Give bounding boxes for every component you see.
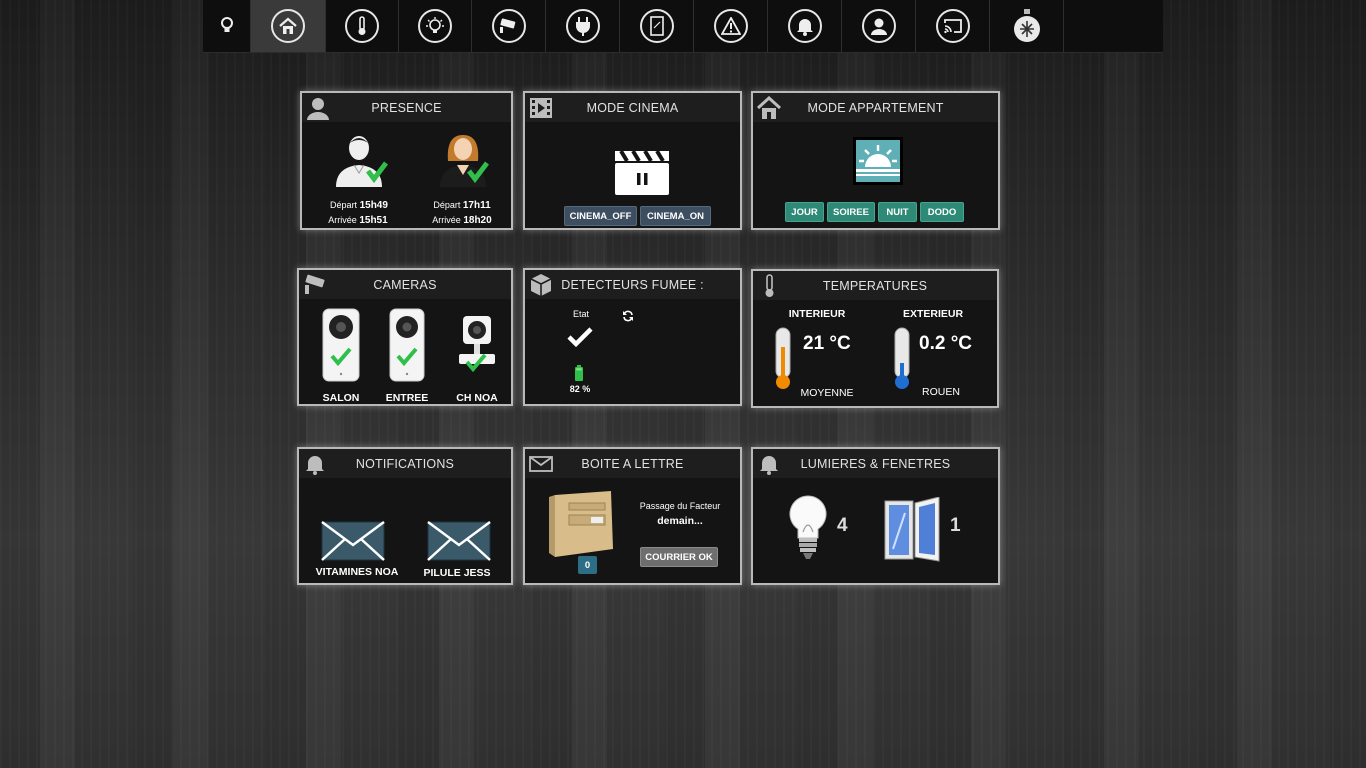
lights-count: 4: [837, 515, 848, 536]
presence-panel: PRESENCE Départ 15h49 Arrivée 15h51 Dépa…: [300, 91, 513, 230]
cast-icon: [944, 19, 962, 34]
bell-icon: [760, 456, 778, 475]
panel-title: NOTIFICATIONS: [355, 456, 455, 471]
nav-alerts[interactable]: [695, 0, 768, 52]
passage-label: Passage du Facteur: [639, 501, 721, 511]
mail-icon: [529, 456, 553, 472]
envelope-icon[interactable]: [321, 521, 385, 561]
panel-title: MODE CINEMA: [586, 100, 679, 115]
check-icon: [567, 327, 593, 348]
mode-dodo-button[interactable]: DODO: [920, 202, 964, 222]
refresh-icon[interactable]: [622, 310, 634, 322]
camera-label: ENTREE: [385, 392, 429, 404]
notification-label: PILULE JESS: [423, 567, 491, 579]
cinema-on-button[interactable]: CINEMA_ON: [640, 206, 711, 226]
mode-soiree-button[interactable]: SOIREE: [827, 202, 875, 222]
panel-title: PRESENCE: [371, 100, 442, 115]
exterieur-label: EXTERIEUR: [902, 308, 964, 320]
panel-title: MODE APPARTEMENT: [807, 100, 944, 115]
mode-jour-button[interactable]: JOUR: [785, 202, 824, 222]
notifications-panel: NOTIFICATIONS VITAMINES NOA PILULE JESS: [297, 447, 513, 585]
temperatures-panel: TEMPERATURES INTERIEUR 21 °C MOYENNE EXT…: [751, 269, 999, 408]
nav-temperature[interactable]: [326, 0, 399, 52]
camera-label: SALON: [322, 392, 360, 404]
camera-label: CH NOA: [456, 392, 498, 404]
nav-notifications[interactable]: [769, 0, 842, 52]
nav-cast[interactable]: [917, 0, 990, 52]
courrier-ok-button[interactable]: COURRIER OK: [640, 547, 718, 567]
panel-title: LUMIERES & FENETRES: [800, 456, 951, 471]
woman-avatar: [440, 135, 489, 187]
thermometer-warm-icon: [775, 327, 791, 389]
nav-users[interactable]: [843, 0, 916, 52]
presence-depart: Départ 17h11: [433, 200, 491, 211]
thermometer-icon: [358, 16, 366, 35]
warning-icon: [721, 17, 741, 35]
top-navigation-bar: [203, 0, 1163, 53]
camera-device-icon[interactable]: [457, 314, 497, 376]
mailbox-icon: [549, 491, 613, 557]
panel-title: TEMPERATURES: [822, 278, 928, 293]
home-icon: [279, 17, 297, 34]
notification-label: VITAMINES NOA: [315, 566, 399, 578]
bell-icon: [797, 19, 813, 36]
mail-count-badge: 0: [578, 556, 597, 574]
user-icon: [871, 18, 887, 35]
cameras-panel: CAMERAS SALON ENTREE CH NOA: [297, 268, 513, 406]
presence-depart: Départ 15h49: [330, 200, 388, 211]
sunrise-icon: [853, 137, 903, 185]
presence-arrivee: Arrivée 18h20: [432, 215, 492, 226]
camera-icon: [500, 18, 516, 33]
window-open-icon: [884, 497, 940, 562]
plug-icon: [576, 17, 590, 36]
mode-nuit-button[interactable]: NUIT: [878, 202, 917, 222]
battery-level: 82 %: [569, 384, 591, 394]
cinema-panel: MODE CINEMA CINEMA_OFF CINEMA_ON: [523, 91, 742, 230]
nav-power[interactable]: [547, 0, 620, 52]
windows-count: 1: [950, 515, 961, 536]
nav-lights[interactable]: [399, 0, 472, 52]
interieur-name: MOYENNE: [800, 387, 854, 399]
interieur-label: INTERIEUR: [788, 308, 846, 320]
thermometer-cold-icon: [894, 327, 910, 389]
window-icon: [650, 16, 664, 36]
cinema-off-button[interactable]: CINEMA_OFF: [564, 206, 637, 226]
cube-icon: [530, 274, 552, 296]
thermometer-icon: [765, 274, 774, 297]
exterieur-name: ROUEN: [922, 386, 960, 398]
camera-device-icon[interactable]: [322, 308, 360, 382]
envelope-icon[interactable]: [427, 521, 491, 561]
panel-title: CAMERAS: [373, 277, 437, 292]
smoke-detectors-panel: DETECTEURS FUMEE : Etat 82 %: [523, 268, 742, 406]
nav-bulb[interactable]: [203, 0, 251, 52]
light-bulb-icon: [789, 495, 827, 559]
nav-windows[interactable]: [621, 0, 694, 52]
film-icon: [530, 98, 552, 118]
clapperboard-icon: [615, 149, 669, 195]
etat-label: Etat: [572, 309, 589, 319]
presence-arrivee: Arrivée 15h51: [328, 215, 388, 226]
panel-title: DETECTEURS FUMEE :: [561, 277, 704, 292]
passage-value: demain...: [657, 515, 703, 527]
christmas-ornament-icon: [1014, 9, 1040, 42]
camera-icon: [305, 274, 325, 294]
nav-home[interactable]: [251, 0, 326, 52]
nav-christmas[interactable]: [991, 0, 1064, 52]
exterieur-temperature: 0.2 °C: [919, 333, 973, 354]
man-avatar: [336, 136, 388, 187]
lightbulb-icon: [426, 17, 444, 33]
lights-windows-panel: LUMIERES & FENETRES 4 1: [751, 447, 1000, 585]
appartement-panel: MODE APPARTEMENT JOUR SOIREE NUIT DODO: [751, 91, 1000, 230]
camera-device-icon[interactable]: [389, 308, 425, 382]
interieur-temperature: 21 °C: [803, 333, 851, 354]
battery-icon: [575, 365, 583, 381]
user-icon: [307, 98, 329, 120]
mailbox-panel: BOITE A LETTRE 0 Passage du Facteur dema…: [523, 447, 742, 585]
panel-title: BOITE A LETTRE: [581, 456, 684, 471]
home-icon: [757, 96, 781, 119]
nav-cameras[interactable]: [473, 0, 546, 52]
bulb-icon: [220, 17, 233, 32]
bell-icon: [306, 456, 324, 475]
